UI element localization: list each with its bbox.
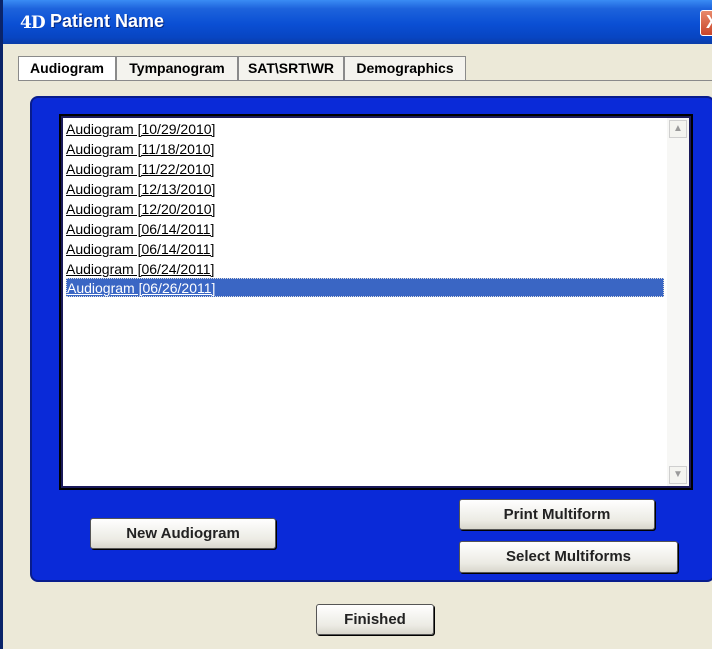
list-item[interactable]: Audiogram [12/13/2010] <box>66 180 664 199</box>
patient-window: 4D Patient Name X Audiogram Tympanogram … <box>0 0 712 649</box>
window-title: Patient Name <box>50 11 165 31</box>
title-bar[interactable]: 4D Patient Name X <box>3 0 712 44</box>
list-item[interactable]: Audiogram [12/20/2010] <box>66 200 664 219</box>
scroll-up-arrow-icon[interactable]: ▲ <box>669 120 687 138</box>
select-multiforms-button[interactable]: Select Multiforms <box>459 541 678 573</box>
tab-divider <box>18 80 712 81</box>
list-item[interactable]: Audiogram [11/18/2010] <box>66 140 664 159</box>
list-item[interactable]: Audiogram [06/14/2011] <box>66 240 664 259</box>
list-scrollbar[interactable]: ▲ ▼ <box>667 118 689 486</box>
close-button[interactable]: X <box>700 10 712 36</box>
tab-sat-srt-wr[interactable]: SAT\SRT\WR <box>238 56 344 80</box>
list-item[interactable]: Audiogram [06/14/2011] <box>66 220 664 239</box>
new-audiogram-button[interactable]: New Audiogram <box>90 518 276 549</box>
list-item[interactable]: Audiogram [10/29/2010] <box>66 120 664 139</box>
finished-button[interactable]: Finished <box>316 604 434 635</box>
tab-demographics[interactable]: Demographics <box>344 56 466 80</box>
tab-tympanogram[interactable]: Tympanogram <box>116 56 238 80</box>
scroll-down-arrow-icon[interactable]: ▼ <box>669 466 687 484</box>
print-multiform-button[interactable]: Print Multiform <box>459 499 655 530</box>
audiogram-list[interactable]: Audiogram [10/29/2010] Audiogram [11/18/… <box>63 118 689 486</box>
list-item[interactable]: Audiogram [11/22/2010] <box>66 160 664 179</box>
tab-audiogram[interactable]: Audiogram <box>18 56 116 81</box>
app-4d-icon: 4D <box>20 13 46 33</box>
list-item-selected[interactable]: Audiogram [06/26/2011] <box>66 278 664 297</box>
list-item[interactable]: Audiogram [06/24/2011] <box>66 260 664 279</box>
